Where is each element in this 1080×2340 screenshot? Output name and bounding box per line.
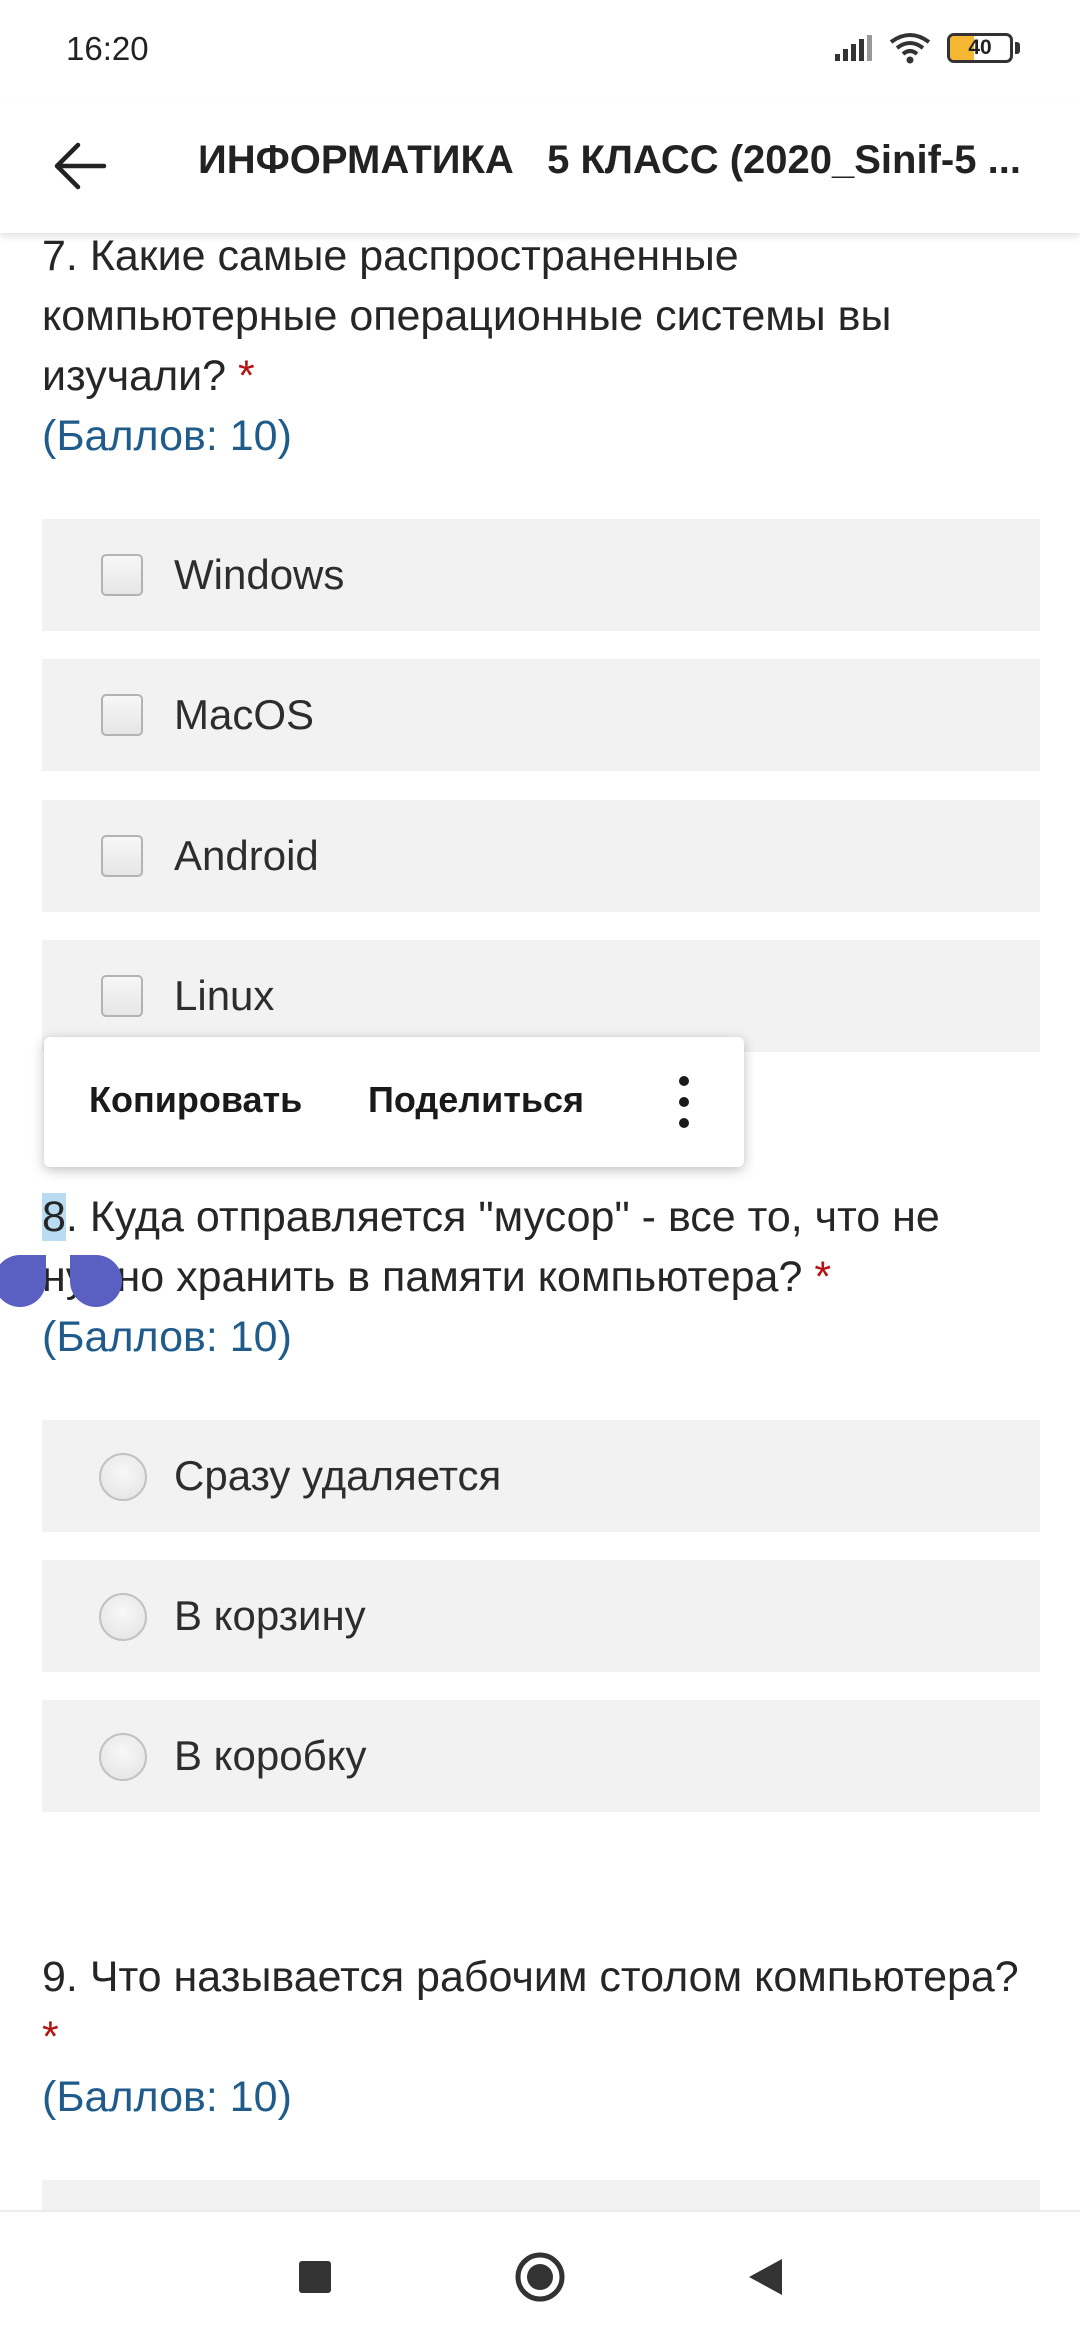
system-nav-bar [0,2210,1080,2340]
radio-button[interactable] [99,1733,147,1781]
recents-button[interactable] [285,2247,345,2307]
back-button[interactable] [44,130,116,202]
option-label: MacOS [174,691,315,738]
arrow-left-icon [54,142,107,190]
question-7-text: 7. Какие самые распространенные компьюте… [42,233,892,400]
question-8-points: (Баллов: 10) [42,1313,292,1361]
option-label: В корзину [174,1592,366,1639]
copy-button[interactable]: Копировать [89,1079,302,1121]
question-9-text: 9. Что называется рабочим столом компьют… [42,1953,1019,2061]
question-8-option-box[interactable]: В коробку [42,1700,1040,1812]
option-label: Сразу удаляется [174,1452,502,1499]
signal-icon [835,35,872,61]
selected-text: 8 [42,1193,66,1241]
question-9-points: (Баллов: 10) [42,2073,292,2121]
back-triangle-icon [749,2259,782,2295]
selection-handle-left[interactable] [0,1255,46,1307]
status-time: 16:20 [66,30,149,67]
text-selection-menu: Копировать Поделиться [44,1037,744,1167]
battery-level: 40 [968,36,992,59]
option-label: Linux [174,972,275,1019]
share-button[interactable]: Поделиться [368,1079,584,1121]
recents-square-icon [299,2261,331,2293]
required-mark: * [238,352,255,400]
more-vert-icon[interactable] [664,1072,704,1132]
question-7-option-android[interactable]: Android [42,800,1040,912]
question-7-points: (Баллов: 10) [42,412,292,460]
status-icons: 40 [833,32,1020,64]
question-8-option-delete[interactable]: Сразу удаляется [42,1420,1040,1532]
checkbox[interactable] [101,975,143,1017]
selection-handle-right[interactable] [70,1255,122,1307]
battery-icon: 40 [947,33,1020,63]
checkbox[interactable] [101,554,143,596]
status-bar: 16:20 40 [0,0,1080,100]
home-button[interactable] [510,2247,570,2307]
question-7-option-macos[interactable]: MacOS [42,659,1040,771]
wifi-icon [889,33,931,64]
radio-button[interactable] [99,1593,147,1641]
form-content[interactable]: 7. Какие самые распространенные компьюте… [0,233,1080,2210]
required-mark: * [814,1253,832,1301]
home-circle-icon [515,2252,565,2302]
checkbox[interactable] [101,835,143,877]
question-8-text: 8. Куда отправляется "мусор" - все то, ч… [42,1193,940,1301]
question-9-option-partial[interactable] [42,2180,1040,2210]
required-mark: * [42,2013,59,2061]
question-8-option-trash[interactable]: В корзину [42,1560,1040,1672]
option-label: В коробку [174,1732,367,1779]
question-7-option-windows[interactable]: Windows [42,519,1040,631]
option-label: Windows [174,551,345,598]
page-title: ИНФОРМАТИКА 5 КЛАСС (2020_Sinif-5 ... [198,138,1021,182]
app-bar: ИНФОРМАТИКА 5 КЛАСС (2020_Sinif-5 ... [0,100,1080,233]
nav-back-button[interactable] [735,2247,795,2307]
checkbox[interactable] [101,694,143,736]
question-7-option-linux[interactable]: Linux [42,940,1040,1052]
radio-button[interactable] [99,1453,147,1501]
option-label: Android [174,832,319,879]
